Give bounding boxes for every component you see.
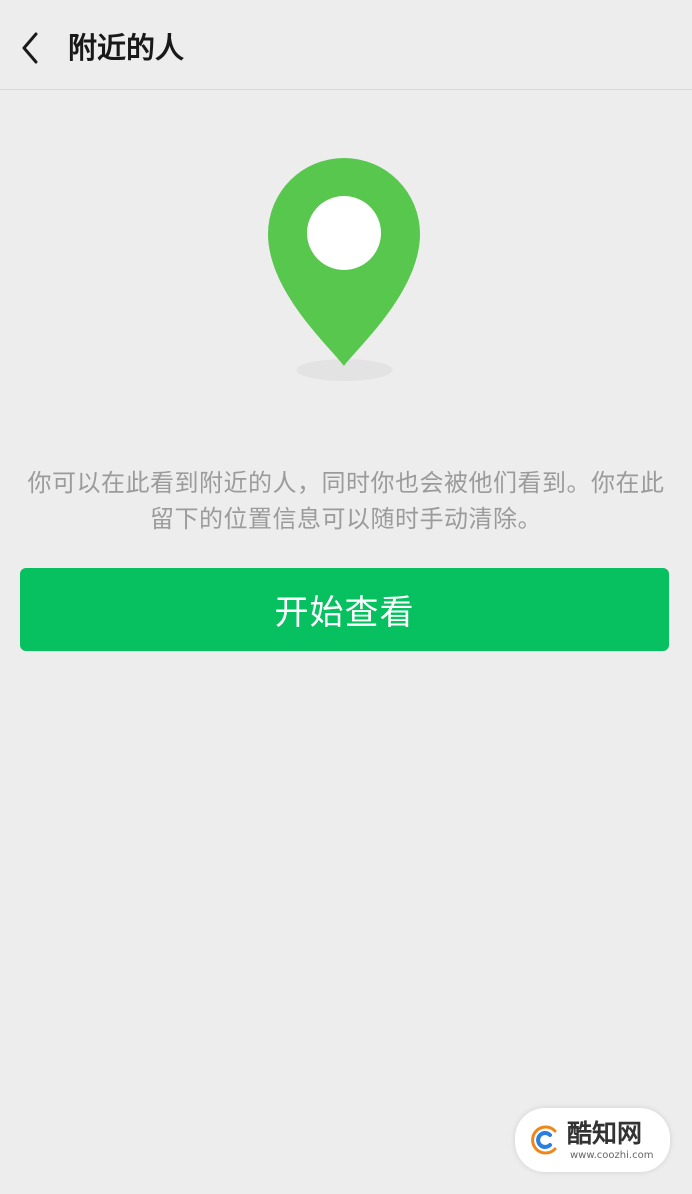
page-title: 附近的人 bbox=[68, 31, 185, 65]
navigation-bar: 附近的人 bbox=[0, 0, 692, 89]
chevron-left-icon bbox=[22, 32, 38, 64]
watermark-brand: 酷知网 bbox=[567, 1119, 643, 1148]
location-pin-icon bbox=[268, 158, 420, 381]
start-viewing-button[interactable]: 开始查看 bbox=[20, 568, 669, 651]
back-button[interactable] bbox=[12, 26, 48, 70]
watermark-url: www.coozhi.com bbox=[570, 1150, 654, 1161]
coozhi-logo-icon bbox=[531, 1125, 557, 1155]
pin-hole bbox=[307, 196, 381, 270]
watermark: 酷知网 www.coozhi.com bbox=[515, 1108, 670, 1172]
description-text: 你可以在此看到附近的人，同时你也会被他们看到。你在此留下的位置信息可以随时手动清… bbox=[27, 469, 665, 533]
header-divider bbox=[0, 89, 692, 90]
